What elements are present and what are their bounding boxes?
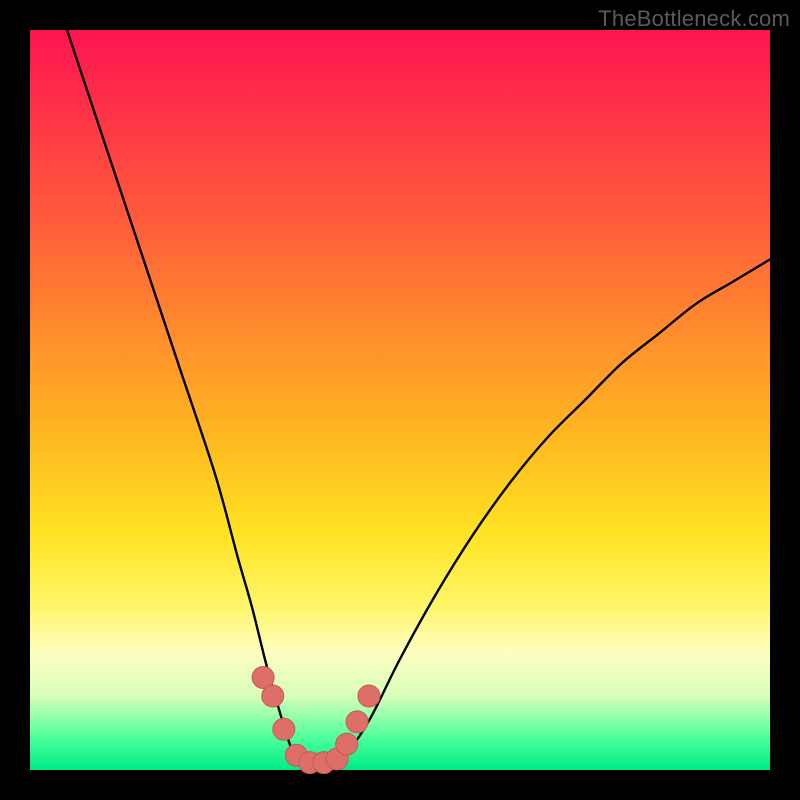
plot-area bbox=[30, 30, 770, 770]
marker-point bbox=[358, 685, 380, 707]
bottleneck-curve bbox=[67, 30, 770, 766]
marker-point bbox=[273, 718, 295, 740]
marker-point bbox=[346, 711, 368, 733]
highlighted-points bbox=[252, 667, 380, 774]
chart-frame: TheBottleneck.com bbox=[0, 0, 800, 800]
marker-point bbox=[262, 685, 284, 707]
watermark-text: TheBottleneck.com bbox=[598, 6, 790, 32]
marker-point bbox=[336, 733, 358, 755]
curve-svg bbox=[30, 30, 770, 770]
